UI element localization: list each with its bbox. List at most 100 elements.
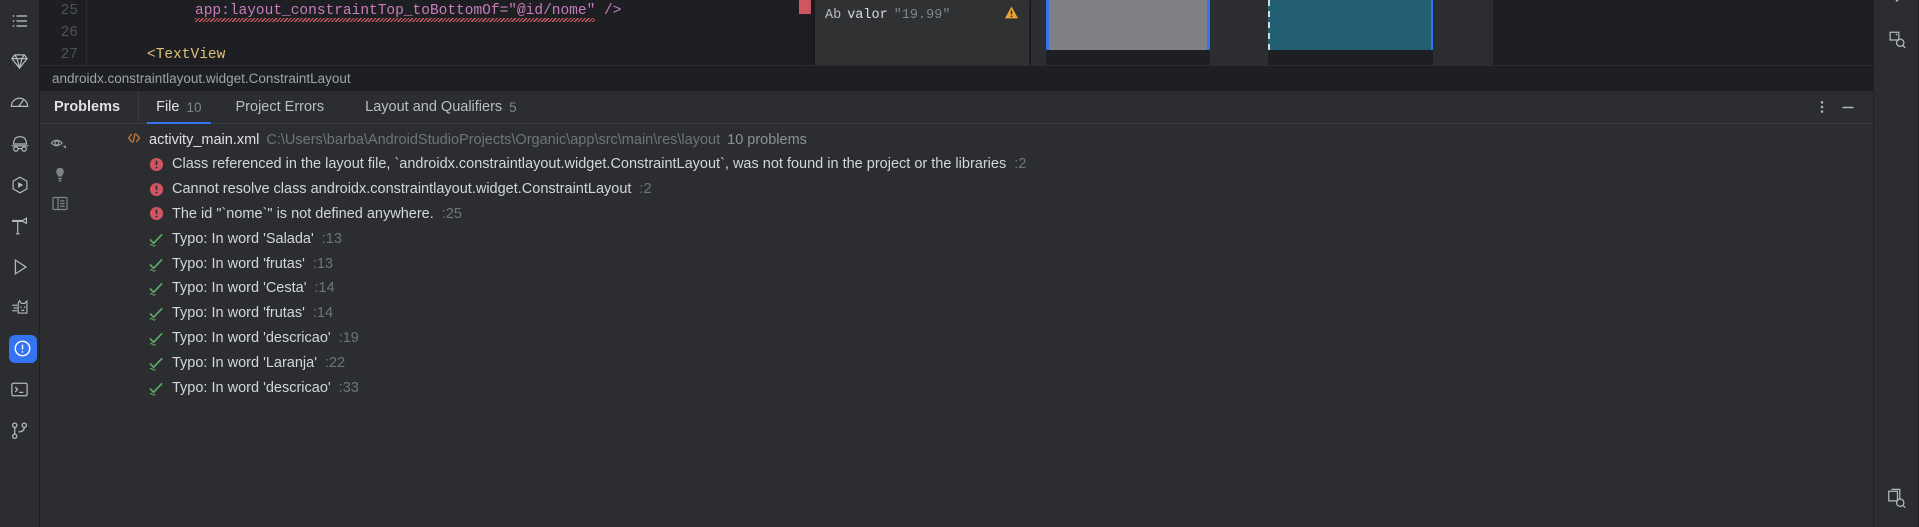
problem-row[interactable]: Cannot resolve class androidx.constraint… bbox=[80, 177, 1873, 202]
preview-surface-teal[interactable] bbox=[1268, 0, 1433, 50]
sidebar-item-structure[interactable] bbox=[0, 0, 40, 41]
problem-line-number: :2 bbox=[639, 181, 652, 198]
panel-actions bbox=[1811, 91, 1873, 123]
left-tool-rail bbox=[0, 0, 40, 527]
breadcrumb[interactable]: androidx.constraintlayout.widget.Constra… bbox=[40, 65, 1873, 91]
build-hammer-icon[interactable] bbox=[0, 205, 40, 246]
problem-text: Typo: In word 'Cesta' bbox=[172, 280, 307, 297]
terminal-icon[interactable] bbox=[0, 369, 40, 410]
typo-severity-icon bbox=[148, 355, 164, 371]
gem-icon[interactable] bbox=[0, 41, 40, 82]
warning-triangle-icon bbox=[1004, 5, 1019, 25]
sidebar-item-app-inspection[interactable] bbox=[0, 123, 40, 164]
sidebar-item-resource-manager[interactable] bbox=[0, 41, 40, 82]
editor-code-area[interactable]: app:layout_constraintTop_toBottomOf="@id… bbox=[87, 0, 1873, 65]
line-number: 25 bbox=[60, 3, 78, 19]
problem-line-number: :2 bbox=[1014, 156, 1027, 173]
problem-text: Cannot resolve class androidx.constraint… bbox=[172, 181, 632, 198]
sidebar-item-profiler[interactable] bbox=[0, 82, 40, 123]
attribute-value-label: "19.99" bbox=[893, 7, 951, 23]
code-token-tag: <TextView bbox=[147, 47, 226, 63]
problem-row[interactable]: Typo: In word 'Laranja' :22 bbox=[80, 350, 1873, 375]
problems-icon[interactable] bbox=[8, 334, 37, 363]
problem-row[interactable]: Class referenced in the layout file, `an… bbox=[80, 152, 1873, 177]
problem-row[interactable]: Typo: In word 'frutas' :13 bbox=[80, 251, 1873, 276]
notifications-search-icon[interactable] bbox=[1877, 20, 1917, 60]
problem-text: The id "`nome`" is not defined anywhere. bbox=[172, 205, 434, 222]
code-editor-strip[interactable]: 25 26 27 app:layout_constraintTop_toBott… bbox=[40, 0, 1873, 65]
incognito-hat-icon[interactable] bbox=[0, 123, 40, 164]
line-number: 27 bbox=[60, 47, 78, 63]
sidebar-item-build[interactable] bbox=[0, 205, 40, 246]
problems-list: activity_main.xml C:\Users\barba\Android… bbox=[80, 124, 1873, 527]
problems-tabbar: Problems File 10 Project Errors Layout a… bbox=[40, 91, 1873, 124]
device-manager-search-icon[interactable] bbox=[1877, 479, 1917, 519]
sidebar-item-running-devices[interactable] bbox=[0, 164, 40, 205]
problem-text: Typo: In word 'descricao' bbox=[172, 379, 331, 396]
problem-line-number: :33 bbox=[338, 379, 359, 396]
problem-line-number: :14 bbox=[312, 305, 334, 322]
file-name-label: activity_main.xml bbox=[149, 132, 260, 148]
preview-surface-grey[interactable] bbox=[1046, 0, 1210, 50]
typo-severity-icon bbox=[148, 305, 164, 321]
typo-severity-icon bbox=[148, 231, 164, 247]
sidebar-item-logcat[interactable] bbox=[0, 287, 40, 328]
problem-row[interactable]: Typo: In word 'descricao' :33 bbox=[80, 375, 1873, 400]
typo-severity-icon bbox=[148, 330, 164, 346]
problem-line-number: :13 bbox=[312, 255, 334, 272]
logcat-cat-icon[interactable] bbox=[0, 287, 40, 328]
problem-row[interactable]: The id "`nome`" is not defined anywhere.… bbox=[80, 202, 1873, 227]
more-options-icon[interactable] bbox=[1811, 96, 1833, 118]
error-severity-icon bbox=[148, 181, 164, 197]
problem-text: Typo: In word 'Laranja' bbox=[172, 354, 317, 371]
problems-side-actions bbox=[40, 124, 80, 527]
code-token-equals: = bbox=[499, 3, 509, 19]
chevron-down-icon[interactable] bbox=[1874, 0, 1919, 4]
problem-row[interactable]: Typo: In word 'frutas' :14 bbox=[80, 301, 1873, 326]
tab-label: File bbox=[156, 99, 180, 115]
profiler-gauge-icon[interactable] bbox=[0, 82, 40, 123]
toggle-details-icon[interactable] bbox=[48, 192, 72, 214]
problem-line-number: :22 bbox=[324, 354, 346, 371]
error-severity-icon bbox=[148, 156, 164, 172]
problem-row[interactable]: Typo: In word 'descricao' :19 bbox=[80, 326, 1873, 351]
version-control-icon[interactable] bbox=[0, 410, 40, 451]
code-token-attribute: app:layout_constraintTop_toBottomOf bbox=[195, 3, 500, 19]
tab-project-errors[interactable]: Project Errors bbox=[219, 91, 349, 123]
sidebar-item-run[interactable] bbox=[0, 246, 40, 287]
right-tool-rail bbox=[1873, 0, 1919, 527]
attribute-kind-label: Ab bbox=[825, 7, 842, 23]
lightbulb-icon[interactable] bbox=[48, 162, 72, 184]
minimize-icon[interactable] bbox=[1837, 96, 1859, 118]
sidebar-item-problems[interactable] bbox=[0, 328, 40, 369]
file-row[interactable]: activity_main.xml C:\Users\barba\Android… bbox=[80, 128, 1873, 152]
run-play-icon[interactable] bbox=[0, 246, 40, 287]
line-number: 26 bbox=[60, 25, 78, 41]
sidebar-item-version-control[interactable] bbox=[0, 410, 40, 451]
error-stripe-marker[interactable] bbox=[799, 0, 811, 14]
problem-text: Typo: In word 'descricao' bbox=[172, 329, 331, 346]
preview-eye-icon[interactable] bbox=[48, 132, 72, 154]
sidebar-item-terminal[interactable] bbox=[0, 369, 40, 410]
tab-count: 5 bbox=[509, 99, 517, 115]
problem-row[interactable]: Typo: In word 'Salada' :13 bbox=[80, 226, 1873, 251]
error-severity-icon bbox=[148, 206, 164, 222]
code-completion-tooltip[interactable]: Ab valor "19.99" bbox=[815, 0, 1030, 65]
tab-label: Project Errors bbox=[235, 99, 325, 115]
problem-row[interactable]: Typo: In word 'Cesta' :14 bbox=[80, 276, 1873, 301]
problems-body: activity_main.xml C:\Users\barba\Android… bbox=[40, 124, 1873, 527]
run-hex-icon[interactable] bbox=[0, 164, 40, 205]
structure-list-icon[interactable] bbox=[0, 0, 40, 41]
attribute-name-label: valor bbox=[847, 7, 888, 23]
center-column: 25 26 27 app:layout_constraintTop_toBott… bbox=[40, 0, 1873, 527]
problems-panel: Problems File 10 Project Errors Layout a… bbox=[40, 91, 1873, 527]
tab-layout-and-qualifiers[interactable]: Layout and Qualifiers 5 bbox=[348, 91, 534, 123]
error-squiggle-underline bbox=[195, 18, 595, 22]
tab-label: Layout and Qualifiers bbox=[365, 99, 503, 115]
tab-file[interactable]: File 10 bbox=[139, 91, 218, 124]
problem-line-number: :13 bbox=[321, 230, 342, 247]
file-problem-count: 10 problems bbox=[727, 132, 807, 148]
problem-line-number: :25 bbox=[441, 205, 462, 222]
problem-text: Typo: In word 'frutas' bbox=[172, 255, 305, 272]
design-preview-surfaces bbox=[1031, 0, 1493, 65]
